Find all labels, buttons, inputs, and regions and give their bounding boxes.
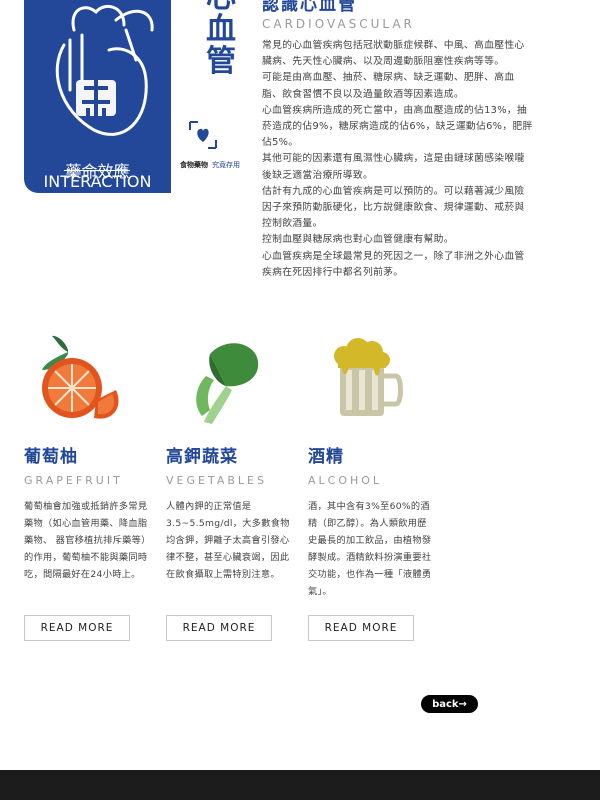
vegetable-icon <box>196 343 259 424</box>
back-button[interactable]: back→ <box>421 695 478 713</box>
read-more-button[interactable]: READ MORE <box>24 615 130 641</box>
food-drug-label: 食物藥物 究竟存用 <box>180 160 240 170</box>
side-title: 心血管 <box>206 0 236 79</box>
item-description: 酒，其中含有3%至60%的酒精（即乙醇）。為人類飲用歷史最長的加工飲品，由植物發… <box>308 501 432 597</box>
item-description: 葡萄柚會加強或抵銷許多常見藥物（如心血管用藥、降血脂藥物、 器官移植抗排斥藥等）… <box>24 501 151 580</box>
intro-paragraph: 常見的心血管疾病包括冠狀動脈症候群、中風、高血壓性心臟病、先天性心臟病、以及周邊… <box>262 40 525 68</box>
intro-text: 常見的心血管疾病包括冠狀動脈症候群、中風、高血壓性心臟病、先天性心臟病、以及周邊… <box>262 38 534 281</box>
food-drug-label-primary: 食物藥物 <box>180 161 208 169</box>
hero-card: 藥命效應 INTERACTION <box>24 0 171 193</box>
intro-paragraph: 控制血壓與糖尿病也對心血管健康有幫助。 <box>262 234 454 246</box>
intro-paragraph: 其他可能的因素還有風濕性心臟病，這是由鏈球菌感染喉嚨後缺乏適當治療所導致。 <box>262 153 525 181</box>
item-en-name: VEGETABLES <box>166 474 267 487</box>
heart-bracket-icon <box>189 121 217 149</box>
food-drug-label-secondary: 究竟存用 <box>212 161 240 169</box>
hero-divider <box>64 170 130 171</box>
item-name: 高鉀蔬菜 <box>166 447 238 467</box>
footer-bar <box>0 770 600 800</box>
item-name: 酒精 <box>308 447 344 467</box>
item-en-name: ALCOHOL <box>308 474 383 487</box>
grapefruit-icon <box>42 335 119 419</box>
section-subtitle: CARDIOVASCULAR <box>262 17 415 31</box>
intro-paragraph: 心血管疾病所造成的死亡當中，由高血壓造成的佔13%，抽菸造成的佔9%，糖尿病造成… <box>262 104 533 149</box>
item-en-name: GRAPEFRUIT <box>24 474 123 487</box>
read-more-button[interactable]: READ MORE <box>308 615 414 641</box>
section-title: 認識心血管 <box>262 0 357 15</box>
intro-paragraph: 估計有九成的心血管疾病是可以預防的。可以藉著減少風險因子來預防動脈硬化，比方說健… <box>262 185 525 230</box>
intro-paragraph: 心血管疾病是全球最常見的死因之一，除了非洲之外心血管疾病在死因排行中都名列前茅。 <box>262 250 525 278</box>
item-name: 葡萄柚 <box>24 447 78 467</box>
read-more-button[interactable]: READ MORE <box>166 615 272 641</box>
beer-mug-icon <box>334 338 403 416</box>
hero-caption-en: INTERACTION <box>43 172 152 191</box>
intro-paragraph: 可能是由高血壓、抽菸、糖尿病、缺乏運動、肥胖、高血脂、飲食習慣不良以及過量飲酒等… <box>262 72 515 100</box>
item-description: 人體內鉀的正常值是3.5~5.5mg/dl，大多數食物均含鉀，鉀離子太高會引發心… <box>166 501 290 580</box>
